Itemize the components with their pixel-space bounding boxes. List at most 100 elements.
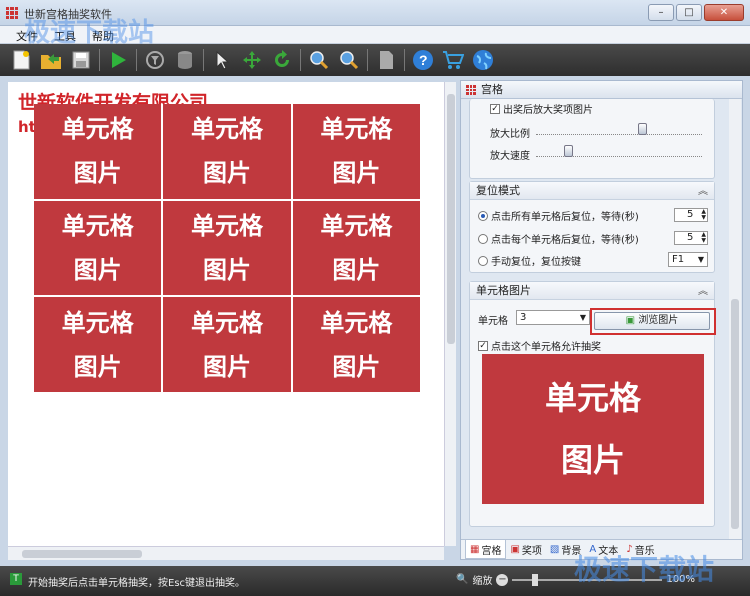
close-button[interactable]: ✕ <box>704 4 744 21</box>
slider-knob[interactable] <box>564 145 573 157</box>
collapse-icon[interactable]: ︽ <box>698 183 708 200</box>
enlarge-ratio-slider[interactable] <box>536 123 702 135</box>
cell-text: 图片 <box>73 159 122 188</box>
tab-label: 宫格 <box>481 545 502 557</box>
cell-select-value: 3 <box>520 312 527 323</box>
cell-text: 单元格 <box>190 211 263 240</box>
toolbar-divider <box>203 49 204 71</box>
maximize-button[interactable]: □ <box>676 4 702 21</box>
slider-knob[interactable] <box>638 123 647 135</box>
cell-text: 单元格 <box>320 211 393 240</box>
new-file-icon[interactable] <box>6 46 36 74</box>
app-grid-icon <box>6 7 18 19</box>
enlarge-speed-label: 放大速度 <box>490 151 530 162</box>
reset-manual-radio[interactable]: 手动复位，复位按键 <box>478 253 581 268</box>
zoom-out-button[interactable]: − <box>496 573 509 586</box>
panel-title: 宫格 <box>481 83 503 96</box>
reset-mode-section: 复位模式 ︽ 点击所有单元格后复位，等待(秒) 5 ▲ ▼ 点击每个单元格后复位，等待… <box>469 181 715 273</box>
canvas-horizontal-scrollbar[interactable] <box>8 546 444 560</box>
filter-icon[interactable] <box>140 46 170 74</box>
cell-text: 单元格 <box>320 308 393 337</box>
cell-text: 图片 <box>202 255 251 284</box>
checkbox-checked-icon: ✓ <box>478 340 488 351</box>
allow-draw-label: 点击这个单元格允许抽奖 <box>491 342 601 353</box>
info-icon: T <box>10 573 22 585</box>
cell-text: 图片 <box>202 352 251 381</box>
grid-cell[interactable]: 单元格 图片 <box>34 297 162 392</box>
scroll-thumb[interactable] <box>447 94 455 344</box>
enlarge-ratio-label: 放大比例 <box>490 129 530 140</box>
radio-selected-icon <box>478 210 488 221</box>
reset-key-select[interactable]: F1 ▼ <box>668 252 708 267</box>
image-icon: ▣ <box>625 315 636 326</box>
spin-arrows-icon[interactable]: ▲ ▼ <box>701 232 706 244</box>
reset-each-radio[interactable]: 点击每个单元格后复位，等待(秒) <box>478 231 639 246</box>
grid-cell[interactable]: 单元格 图片 <box>163 200 291 296</box>
svg-text:?: ? <box>419 52 428 68</box>
grid-cell[interactable]: 单元格 图片 <box>163 297 291 392</box>
zoom-icon: 🔍 <box>456 574 469 585</box>
grid-cell[interactable]: 单元格 图片 <box>34 200 162 296</box>
save-icon[interactable] <box>66 46 96 74</box>
grid-cell[interactable]: 单元格 图片 <box>292 297 420 392</box>
scroll-thumb[interactable] <box>22 550 142 558</box>
tab-prizes[interactable]: ▣ 奖项 <box>506 540 545 559</box>
globe-icon[interactable] <box>468 46 498 74</box>
wait-each-spinner[interactable]: 5 ▲ ▼ <box>674 231 708 245</box>
cell-text: 单元格 <box>320 115 393 144</box>
preview-text: 图片 <box>560 441 625 479</box>
cell-image-section: 单元格图片 ︽ 单元格 3 ▼ ▣ 浏览图片 ✓ 点击这个单元格允许抽奖 单元格 图片 <box>469 281 716 527</box>
enlarge-speed-slider[interactable] <box>536 145 702 157</box>
zoom-in-icon[interactable] <box>304 46 334 74</box>
lottery-canvas[interactable]: 世新软件开发有限公司 ht 单元格 图片 单元格 图片 单元格 图片 单元格 图片 单元… <box>8 82 444 546</box>
wait-each-value: 5 <box>687 232 694 243</box>
move-icon[interactable] <box>237 46 267 74</box>
slider-knob[interactable] <box>532 573 539 586</box>
zoom-section: ✓ 出奖后放大奖项图片 放大比例 放大速度 <box>469 99 715 179</box>
reset-mode-title: 复位模式 <box>476 184 520 197</box>
panel-vertical-scrollbar[interactable] <box>729 99 741 539</box>
help-icon[interactable]: ? <box>408 46 438 74</box>
cell-text: 图片 <box>202 159 251 188</box>
wait-all-spinner[interactable]: 5 ▲ ▼ <box>674 208 708 222</box>
browse-image-button[interactable]: ▣ 浏览图片 <box>594 312 710 330</box>
grid-cell[interactable]: 单元格 图片 <box>292 200 420 296</box>
canvas-vertical-scrollbar[interactable] <box>444 82 456 546</box>
reset-each-label: 点击每个单元格后复位，等待(秒) <box>491 235 639 246</box>
collapse-icon[interactable]: ︽ <box>698 283 708 300</box>
cell-text: 单元格 <box>190 308 263 337</box>
tab-grid[interactable]: ▦ 宫格 <box>465 540 507 559</box>
scroll-thumb[interactable] <box>731 299 739 529</box>
cell-text: 单元格 <box>61 211 134 240</box>
toolbar-divider <box>404 49 405 71</box>
pointer-icon[interactable] <box>207 46 237 74</box>
page-icon[interactable] <box>371 46 401 74</box>
grid-cell[interactable]: 单元格 图片 <box>163 104 291 199</box>
allow-draw-checkbox[interactable]: ✓ 点击这个单元格允许抽奖 <box>478 338 601 353</box>
cell-text: 图片 <box>332 352 381 381</box>
cell-text: 图片 <box>73 255 122 284</box>
cell-select[interactable]: 3 ▼ <box>516 310 590 325</box>
enlarge-after-win-checkbox[interactable]: ✓ 出奖后放大奖项图片 <box>490 101 593 116</box>
play-icon[interactable] <box>103 46 133 74</box>
properties-panel: 宫格 ✓ 出奖后放大奖项图片 放大比例 放大速度 复位模式 ︽ 点击所有单元格后复位… <box>460 80 743 560</box>
minimize-button[interactable]: – <box>648 4 674 21</box>
refresh-icon[interactable] <box>267 46 297 74</box>
watermark-bottom-right: 极速下载站 <box>574 553 715 586</box>
cart-icon[interactable] <box>438 46 468 74</box>
cell-text: 单元格 <box>61 115 134 144</box>
cell-image-preview: 单元格 图片 <box>482 354 704 504</box>
zoom-fit-icon[interactable] <box>334 46 364 74</box>
spin-arrows-icon[interactable]: ▲ ▼ <box>701 209 706 221</box>
reset-key-value: F1 <box>672 254 685 265</box>
grid-cell[interactable]: 单元格 图片 <box>34 104 162 199</box>
gift-icon: ▣ <box>510 544 520 555</box>
browse-label: 浏览图片 <box>638 315 679 326</box>
database-icon[interactable] <box>170 46 200 74</box>
grid-icon: ▦ <box>470 543 480 555</box>
reset-all-label: 点击所有单元格后复位，等待(秒) <box>491 212 639 223</box>
open-folder-icon[interactable] <box>36 46 66 74</box>
reset-all-radio[interactable]: 点击所有单元格后复位，等待(秒) <box>478 208 639 223</box>
cell-text: 图片 <box>332 159 381 188</box>
grid-cell[interactable]: 单元格 图片 <box>292 104 420 199</box>
